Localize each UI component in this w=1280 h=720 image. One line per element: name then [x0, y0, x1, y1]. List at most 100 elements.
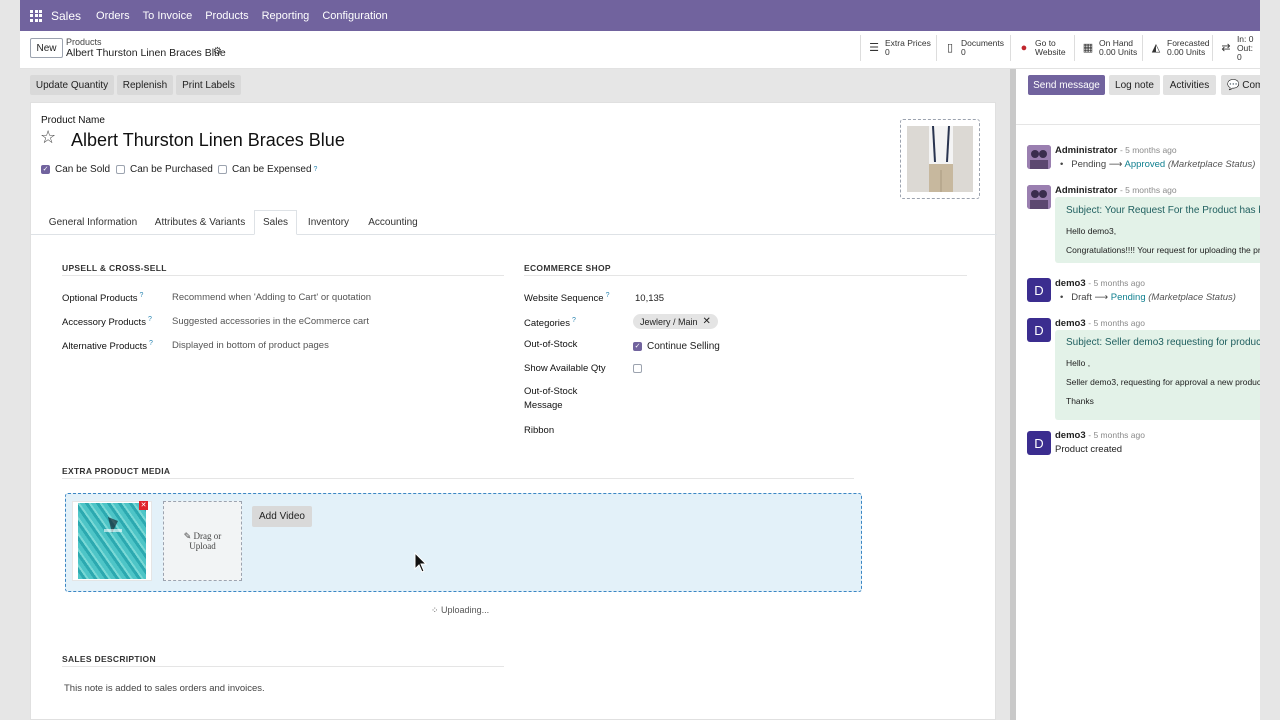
- stat-label: Extra Prices: [885, 38, 931, 48]
- breadcrumb-parent[interactable]: Products: [66, 37, 102, 47]
- checkbox-checked[interactable]: ✓: [633, 342, 642, 351]
- avatar[interactable]: D: [1027, 278, 1051, 302]
- stat-value: Out: 0: [1236, 42, 1253, 62]
- stat-go-to-website[interactable]: ● Go to Website: [1010, 35, 1074, 61]
- new-button[interactable]: New: [30, 38, 63, 58]
- stat-label: Documents: [961, 38, 1004, 48]
- menu-configuration[interactable]: Configuration: [322, 10, 387, 22]
- can-be-purchased-checkbox[interactable]: Can be Purchased: [116, 164, 213, 175]
- checkbox-label: Can be Purchased: [130, 164, 213, 175]
- control-panel: New Products Albert Thurston Linen Brace…: [20, 31, 1260, 69]
- menu-to-invoice[interactable]: To Invoice: [143, 10, 193, 22]
- message-line: Thanks: [1066, 396, 1094, 406]
- help-tooltip-icon[interactable]: ?: [314, 166, 318, 173]
- message-author[interactable]: Administrator - 5 months ago: [1055, 185, 1177, 196]
- update-quantity-button[interactable]: Update Quantity: [30, 75, 114, 95]
- media-thumbnail[interactable]: ✕: [72, 501, 152, 581]
- message-subject: Subject: Your Request For the Product ha…: [1066, 205, 1260, 216]
- section-divider: [62, 478, 854, 479]
- show-available-qty-checkbox[interactable]: [633, 364, 647, 373]
- checkbox-unchecked[interactable]: [116, 165, 125, 174]
- tracking-value: • Pending ⟶ Approved (Marketplace Status…: [1060, 159, 1256, 170]
- can-be-expensed-checkbox[interactable]: Can be Expensed?: [218, 164, 317, 175]
- area-chart-icon: ◭: [1151, 42, 1161, 54]
- section-divider: [62, 275, 504, 276]
- stat-value: 0: [961, 47, 966, 57]
- avatar[interactable]: D: [1027, 431, 1051, 455]
- app-name[interactable]: Sales: [51, 9, 81, 23]
- message-author[interactable]: demo3 - 5 months ago: [1055, 430, 1145, 441]
- replenish-button[interactable]: Replenish: [117, 75, 173, 95]
- tracking-value: • Draft ⟶ Pending (Marketplace Status): [1060, 292, 1236, 303]
- message-author[interactable]: Administrator - 5 months ago: [1055, 145, 1177, 156]
- stat-extra-prices[interactable]: ☰ Extra Prices 0: [860, 35, 936, 61]
- chatter-panel: Send message Log note Activities 💬 Com A…: [1016, 69, 1260, 720]
- accessory-products-input[interactable]: Suggested accessories in the eCommerce c…: [172, 316, 369, 327]
- extra-media-section-title: EXTRA PRODUCT MEDIA: [62, 466, 171, 476]
- arrow-right-icon: ⟶: [1108, 159, 1123, 170]
- avatar[interactable]: [1027, 185, 1051, 209]
- product-photo: [907, 126, 973, 192]
- message-author[interactable]: demo3 - 5 months ago: [1055, 318, 1145, 329]
- close-icon[interactable]: ✕: [703, 316, 711, 327]
- apps-grid-icon[interactable]: [30, 9, 42, 22]
- stat-documents[interactable]: ▯ Documents 0: [936, 35, 1010, 61]
- gear-icon[interactable]: ⚙: [213, 46, 222, 57]
- star-icon[interactable]: ☆: [40, 127, 56, 148]
- stat-in-out[interactable]: ⇄ In: 0 Out: 0: [1212, 34, 1260, 62]
- checkbox-checked[interactable]: ✓: [41, 165, 50, 174]
- tab-accounting[interactable]: Accounting: [361, 210, 425, 235]
- extra-media-dropzone[interactable]: ✕ ✎ Drag or Upload Add Video: [65, 493, 862, 592]
- category-tag-label: Jewlery / Main: [640, 316, 698, 327]
- uploading-status: ⁘ Uploading...: [431, 605, 490, 615]
- menu-reporting[interactable]: Reporting: [262, 10, 310, 22]
- can-be-sold-checkbox[interactable]: ✓ Can be Sold: [41, 164, 110, 175]
- checkbox-label: Can be Expensed: [232, 164, 312, 175]
- remove-media-icon[interactable]: ✕: [139, 501, 148, 510]
- product-image[interactable]: [900, 119, 980, 199]
- comments-button[interactable]: 💬 Com: [1221, 75, 1260, 95]
- stat-value: 0.00 Units: [1167, 47, 1206, 57]
- cubes-icon: ▦: [1082, 42, 1094, 54]
- notebook-tabs: General Information Attributes & Variant…: [31, 210, 997, 235]
- message-bubble: Subject: Seller demo3 requesting for pro…: [1055, 330, 1260, 420]
- avatar[interactable]: [1027, 145, 1051, 169]
- checkbox-unchecked[interactable]: [218, 165, 227, 174]
- alternative-products-label: Alternative Products?: [62, 340, 153, 353]
- website-sequence-input[interactable]: 10,135: [635, 293, 664, 304]
- drag-or-upload-area[interactable]: ✎ Drag or Upload: [163, 501, 242, 581]
- alternative-products-input[interactable]: Displayed in bottom of product pages: [172, 340, 329, 351]
- continue-selling-checkbox[interactable]: ✓ Continue Selling: [633, 341, 720, 352]
- message-author[interactable]: demo3 - 5 months ago: [1055, 278, 1145, 289]
- stat-value: Website: [1035, 47, 1066, 57]
- activities-button[interactable]: Activities: [1163, 75, 1216, 95]
- add-video-button[interactable]: Add Video: [252, 506, 312, 527]
- show-available-qty-label: Show Available Qty: [524, 363, 606, 374]
- top-navbar: Sales Orders To Invoice Products Reporti…: [20, 0, 1260, 31]
- action-buttons-row: Update Quantity Replenish Print Labels: [20, 69, 1010, 101]
- stat-value: 0: [885, 47, 890, 57]
- category-tag[interactable]: Jewlery / Main ✕: [633, 314, 718, 329]
- stat-on-hand[interactable]: ▦ On Hand 0.00 Units: [1074, 35, 1142, 61]
- tab-general-information[interactable]: General Information: [43, 210, 143, 235]
- message-line: Seller demo3, requesting for approval a …: [1066, 377, 1260, 387]
- tab-sales[interactable]: Sales: [254, 210, 297, 235]
- tab-attributes-variants[interactable]: Attributes & Variants: [147, 210, 253, 235]
- document-icon: ▯: [946, 42, 954, 54]
- product-name-field[interactable]: Albert Thurston Linen Braces Blue: [71, 130, 345, 151]
- avatar[interactable]: D: [1027, 318, 1051, 342]
- checkbox-unchecked[interactable]: [633, 364, 642, 373]
- stat-forecasted[interactable]: ◭ Forecasted 0.00 Units: [1142, 35, 1212, 61]
- sales-description-input[interactable]: This note is added to sales orders and i…: [64, 683, 265, 694]
- send-message-button[interactable]: Send message: [1028, 75, 1105, 95]
- optional-products-input[interactable]: Recommend when 'Adding to Cart' or quota…: [172, 292, 371, 303]
- log-note-button[interactable]: Log note: [1109, 75, 1160, 95]
- tab-inventory[interactable]: Inventory: [301, 210, 356, 235]
- message-subject: Subject: Seller demo3 requesting for pro…: [1066, 337, 1260, 348]
- ecommerce-section-title: ECOMMERCE SHOP: [524, 263, 611, 273]
- print-labels-button[interactable]: Print Labels: [176, 75, 241, 95]
- out-of-stock-message-label: Out-of-Stock Message: [524, 386, 578, 411]
- menu-orders[interactable]: Orders: [96, 10, 130, 22]
- menu-products[interactable]: Products: [205, 10, 248, 22]
- categories-label: Categories?: [524, 317, 576, 330]
